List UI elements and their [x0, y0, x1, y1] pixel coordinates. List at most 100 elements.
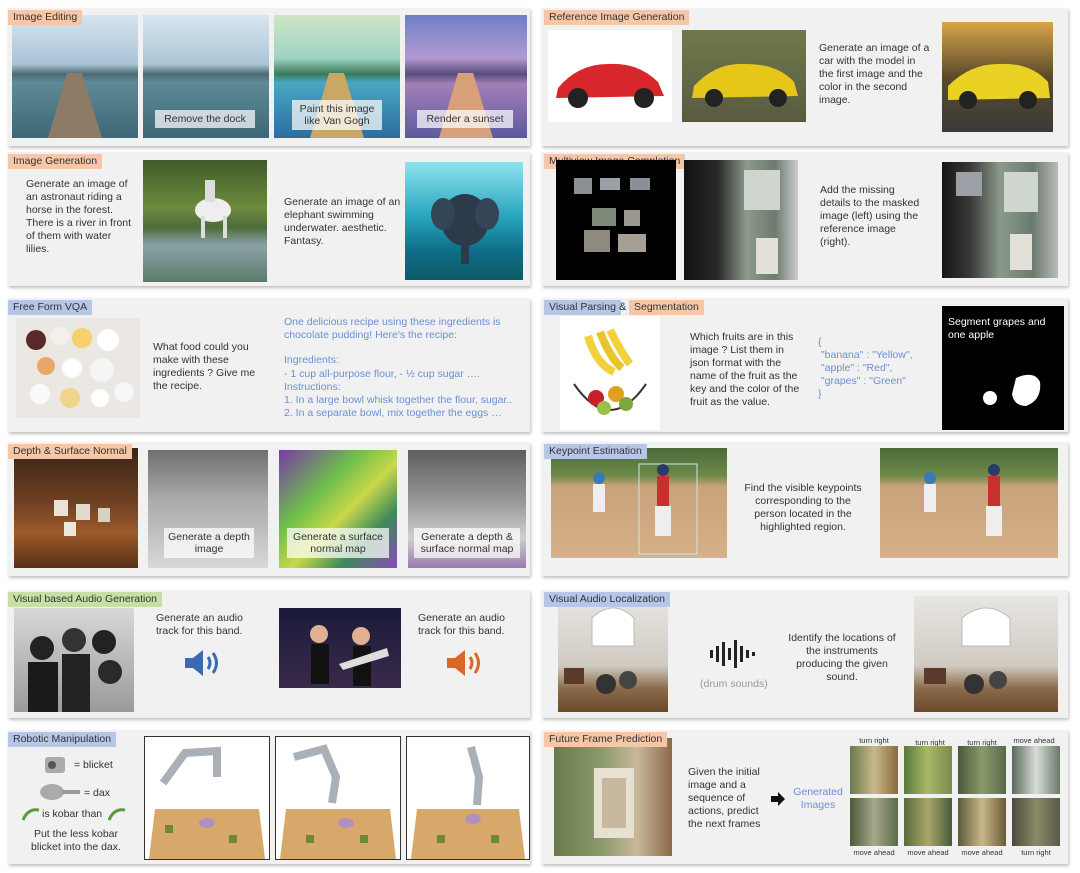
- caption-depth-normal: Generate a depth & surface normal map: [414, 528, 520, 558]
- caption-van-gogh: Paint this image like Van Gogh: [292, 100, 382, 130]
- parsing-question: Which fruits are in this image ? List th…: [690, 331, 800, 408]
- robot-arm-image-3: [406, 736, 530, 860]
- frame-bottom-4: [1012, 798, 1060, 846]
- red-car-image: [548, 30, 672, 122]
- masked-image: [556, 160, 676, 280]
- audio-gen-panel: Visual based Audio Generation Generate a…: [8, 590, 530, 718]
- audio-gen-prompt-2: Generate an audio track for this band.: [418, 612, 505, 637]
- action-top-1: turn right: [859, 736, 889, 745]
- title-future: Future Frame Prediction: [544, 732, 668, 747]
- vqa-ingredients: - 1 cup all-purpose flour, - ½ cup sugar…: [284, 368, 481, 380]
- robotic-panel: Robotic Manipulation = blicket = dax is …: [8, 730, 530, 864]
- robot-arm-image-1: [144, 736, 270, 860]
- vqa-question: What food could you make with these ingr…: [153, 341, 256, 392]
- action-bottom-4: turn right: [1021, 848, 1051, 857]
- future-panel: Future Frame Prediction Given the initia…: [542, 730, 1068, 864]
- right-arrow-icon: [771, 792, 785, 806]
- mugs-table-image: [14, 448, 138, 568]
- yellow-car-image: [682, 30, 806, 122]
- kobar-icon-left: [22, 806, 40, 822]
- reference-room-image: [684, 160, 798, 280]
- parsing-json-answer: { "banana" : "Yellow", "apple" : "Red", …: [818, 336, 913, 400]
- action-bottom-2: move ahead: [907, 848, 949, 857]
- frame-top-2: [904, 746, 952, 794]
- frame-top-1: [850, 746, 898, 794]
- vqa-answer: One delicious recipe using these ingredi…: [284, 316, 501, 341]
- depth-normal-image: Generate a depth & surface normal map: [408, 450, 526, 568]
- dax-icon: [38, 782, 82, 802]
- generated-car-image: [942, 22, 1053, 132]
- image-gen-panel: Image Generation Generate an image of an…: [8, 152, 530, 286]
- vqa-instruction-2: 2. In a separate bowl, mix together the …: [284, 407, 502, 419]
- lake-dock-image: [12, 15, 138, 138]
- action-bottom-1: move ahead: [853, 848, 895, 857]
- parsing-panel: Visual Parsing & Segmentation Which frui…: [542, 298, 1068, 432]
- title-vqa: Free Form VQA: [8, 300, 93, 315]
- multiview-prompt: Add the missing details to the masked im…: [820, 184, 920, 248]
- drum-sounds-label: (drum sounds): [700, 678, 768, 690]
- vqa-instructions-title: Instructions:: [284, 381, 341, 393]
- ingredients-image: [16, 318, 140, 418]
- future-prompt: Given the initial image and a sequence o…: [688, 766, 761, 830]
- action-top-4: move ahead: [1013, 736, 1055, 745]
- vqa-panel: Free Form VQA What food could you make w…: [8, 298, 530, 432]
- speaker-icon-orange: [445, 646, 485, 680]
- speaker-icon-blue: [183, 646, 223, 680]
- frame-top-4: [1012, 746, 1060, 794]
- segmentation-mask-image: Segment grapes and one apple: [942, 306, 1064, 430]
- band-bw-image: [14, 608, 134, 712]
- title-segmentation: Segmentation: [629, 300, 704, 315]
- reference-gen-prompt: Generate an image of a car with the mode…: [819, 42, 930, 106]
- caption-sunset: Render a sunset: [417, 110, 513, 128]
- van-gogh-lake-image: Paint this image like Van Gogh: [274, 15, 400, 138]
- music-room-image: [558, 596, 668, 712]
- audio-loc-panel: Visual Audio Localization (drum sounds) …: [542, 590, 1068, 718]
- title-image-gen: Image Generation: [8, 154, 103, 169]
- multiview-panel: Multiview Image Completion Add the missi…: [542, 152, 1068, 286]
- astronaut-horse-image: [143, 160, 267, 282]
- baseball-players-image: [551, 448, 727, 558]
- frame-bottom-2: [904, 798, 952, 846]
- completed-room-image: [942, 162, 1058, 278]
- caption-surface-normal: Generate a surface normal map: [287, 528, 389, 558]
- image-editing-panel: Remove the dock Paint this image like Va…: [8, 8, 530, 146]
- robot-arm-image-2: [275, 736, 401, 860]
- title-audio-loc: Visual Audio Localization: [544, 592, 670, 607]
- frame-bottom-3: [958, 798, 1006, 846]
- audio-loc-prompt: Identify the locations of the instrument…: [788, 632, 896, 683]
- elephant-underwater-image: [405, 162, 523, 280]
- title-ampersand: &: [619, 301, 627, 313]
- vqa-instruction-1: 1. In a large bowl whisk together the fl…: [284, 394, 513, 406]
- sunset-lake-image: Render a sunset: [405, 15, 527, 138]
- title-reference-gen: Reference Image Generation: [544, 10, 690, 25]
- robotic-instruction: Put the less kobar blicket into the dax.: [31, 828, 121, 853]
- vqa-ingredients-title: Ingredients:: [284, 354, 339, 366]
- keypoint-result-image: [880, 448, 1058, 558]
- kobar-icon-right: [108, 806, 126, 822]
- segmentation-prompt: Segment grapes and one apple: [948, 316, 1046, 341]
- initial-frame-image: [554, 738, 672, 856]
- title-image-editing: Image Editing: [8, 10, 83, 25]
- depth-map-image: Generate a depth image: [148, 450, 268, 568]
- reference-gen-panel: Reference Image Generation Generate an i…: [542, 8, 1068, 146]
- caption-remove-dock: Remove the dock: [155, 110, 255, 128]
- title-keypoint: Keypoint Estimation: [544, 444, 647, 459]
- metal-band-image: [279, 608, 401, 688]
- audio-gen-prompt-1: Generate an audio track for this band.: [156, 612, 243, 637]
- generated-images-label: Generated Images: [793, 786, 843, 811]
- title-robotic: Robotic Manipulation: [8, 732, 117, 747]
- sound-wave-icon: [708, 640, 758, 668]
- lake-no-dock-image: Remove the dock: [143, 15, 269, 138]
- caption-depth: Generate a depth image: [164, 528, 254, 558]
- dax-label: = dax: [84, 787, 110, 799]
- frame-bottom-1: [850, 798, 898, 846]
- blicket-icon: [44, 756, 66, 774]
- image-gen-prompt-1: Generate an image of an astronaut riding…: [26, 178, 132, 255]
- title-visual-parsing: Visual Parsing: [544, 300, 621, 315]
- keypoint-panel: Keypoint Estimation Find the visible key…: [542, 442, 1068, 576]
- music-room-result-image: [914, 596, 1058, 712]
- keypoint-prompt: Find the visible keypoints corresponding…: [744, 482, 862, 533]
- frame-top-3: [958, 746, 1006, 794]
- kobar-label: is kobar than: [42, 808, 103, 820]
- title-depth: Depth & Surface Normal: [8, 444, 132, 459]
